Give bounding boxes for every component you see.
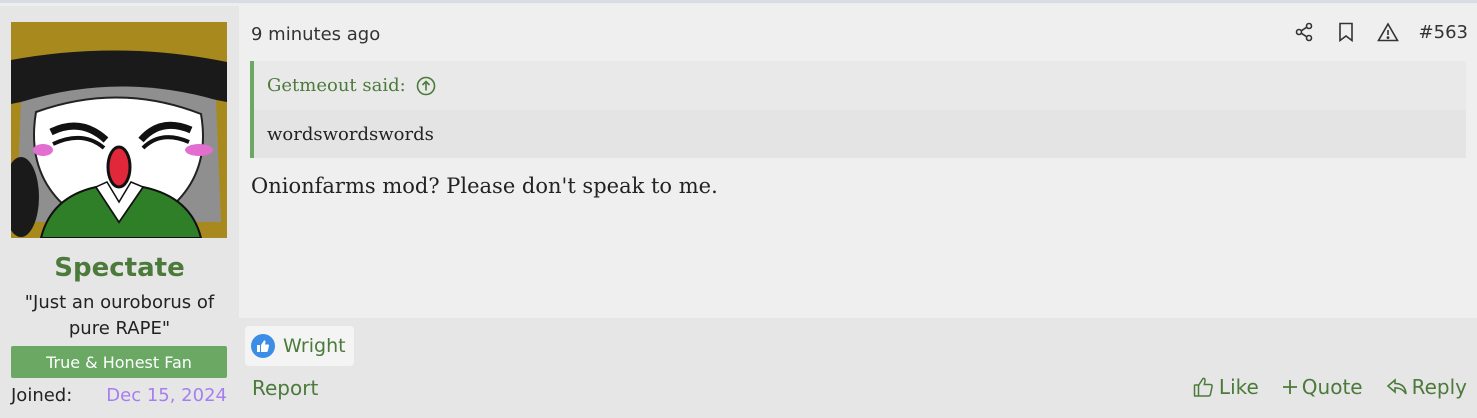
quote-button[interactable]: Quote	[1282, 375, 1363, 399]
post-header-actions: #563	[1273, 21, 1468, 43]
reaction-bar[interactable]: Wright	[245, 326, 354, 366]
quote-text: wordswordswords	[267, 123, 434, 145]
forum-post: Spectate "Just an ouroborus of pure RAPE…	[0, 0, 1477, 418]
reply-label: Reply	[1411, 375, 1467, 399]
username[interactable]: Spectate	[0, 253, 239, 283]
post-timestamp[interactable]: 9 minutes ago	[251, 24, 380, 45]
post-number[interactable]: #563	[1419, 22, 1468, 43]
avatar[interactable]	[11, 22, 227, 238]
reply-icon	[1386, 378, 1407, 395]
warning-icon[interactable]	[1376, 21, 1399, 43]
user-title: "Just an ouroborus of pure RAPE"	[24, 292, 215, 339]
reply-button[interactable]: Reply	[1386, 375, 1467, 399]
post-actions: Like Quote Reply	[1170, 375, 1467, 399]
post-message: Onionfarms mod? Please don't speak to me…	[251, 174, 718, 198]
quote-author[interactable]: Getmeout said:	[267, 75, 406, 96]
report-link[interactable]: Report	[252, 376, 318, 400]
thumbs-up-icon	[251, 334, 275, 358]
quote-label: Quote	[1301, 375, 1363, 399]
thumbs-up-outline-icon	[1193, 377, 1213, 397]
share-icon[interactable]	[1293, 21, 1315, 43]
plus-icon	[1282, 380, 1297, 394]
joined-date: Dec 15, 2024	[106, 385, 227, 406]
joined-label: Joined:	[11, 385, 73, 406]
post-main: 9 minutes ago #563 Getmeout said: wordsw…	[239, 6, 1477, 418]
like-button[interactable]: Like	[1193, 375, 1259, 399]
post-footer	[239, 318, 1477, 418]
user-banner: True & Honest Fan	[11, 346, 227, 378]
reactor-name[interactable]: Wright	[283, 335, 346, 357]
arrow-up-circle-icon[interactable]	[416, 76, 436, 96]
user-info-panel: Spectate "Just an ouroborus of pure RAPE…	[0, 6, 239, 418]
quote-block: Getmeout said: wordswordswords	[250, 61, 1466, 158]
like-label: Like	[1218, 375, 1259, 399]
bookmark-icon[interactable]	[1335, 21, 1357, 43]
quote-header: Getmeout said:	[254, 61, 1466, 110]
avatar-image	[11, 22, 227, 238]
